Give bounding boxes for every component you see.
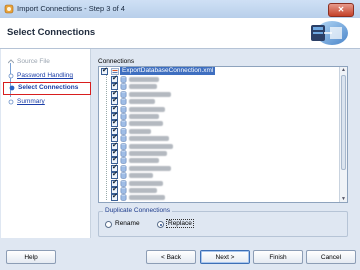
duplicate-connections-legend: Duplicate Connections <box>103 207 173 214</box>
connection-name-redacted <box>129 173 153 179</box>
database-icon <box>120 98 127 105</box>
database-icon <box>120 142 127 150</box>
database-icon <box>120 165 127 172</box>
window-title: Import Connections - Step 3 of 4 <box>17 4 125 13</box>
database-icon <box>120 128 127 135</box>
title-bar: Import Connections - Step 3 of 4 ✕ <box>0 0 360 19</box>
connection-name-redacted <box>129 106 165 112</box>
rename-label[interactable]: Rename <box>115 220 140 227</box>
step-summary[interactable]: Summary <box>1 97 90 109</box>
database-connection-logo-icon <box>311 21 348 45</box>
connection-name-redacted <box>129 136 169 142</box>
database-icon <box>120 187 127 194</box>
wizard-footer: Help < Back Next > Finish Cancel <box>0 246 360 270</box>
database-icon <box>120 150 127 157</box>
connection-name-redacted <box>129 99 155 105</box>
finish-button[interactable]: Finish <box>253 250 303 264</box>
connections-label: Connections <box>98 58 135 65</box>
database-icon <box>120 120 127 128</box>
wizard-steps-panel: Source File Password Handling Select Con… <box>1 49 91 238</box>
app-icon <box>4 4 14 14</box>
tree-root-label: ExportDatabaseConnection.xml <box>120 67 216 75</box>
back-button[interactable]: < Back <box>146 250 196 264</box>
step-label: Summary <box>17 98 45 105</box>
connection-name-redacted <box>129 91 171 97</box>
database-icon <box>120 135 127 142</box>
checkmark-icon: ✔ <box>112 193 118 201</box>
cancel-button[interactable]: Cancel <box>306 250 356 264</box>
step-current-icon <box>9 85 15 91</box>
step-dot-icon <box>8 99 14 105</box>
connection-name-redacted <box>129 165 171 171</box>
step-dot-icon <box>8 73 14 79</box>
tree-scrollbar[interactable]: ▲ ▼ <box>339 67 347 202</box>
step-label: Source File <box>17 58 50 65</box>
step-done-icon <box>8 59 14 64</box>
connection-name-redacted <box>129 84 157 90</box>
database-icon <box>120 113 127 120</box>
step-label: Select Connections <box>18 84 79 91</box>
scroll-up-icon[interactable]: ▲ <box>341 67 346 73</box>
tree-root-row[interactable]: ✔ ExportDatabaseConnection.xml <box>99 67 339 76</box>
connection-name-redacted <box>129 188 157 193</box>
connection-row[interactable]: ✔ <box>99 193 339 202</box>
connection-name-redacted <box>129 151 167 156</box>
connections-tree[interactable]: ✔ ExportDatabaseConnection.xml ✔ ✔ ✔ ✔ ✔ ✔ ✔ ✔ ✔… <box>98 66 348 203</box>
database-icon <box>120 76 127 83</box>
close-icon: ✕ <box>337 5 345 14</box>
step-select-connections[interactable]: Select Connections <box>3 82 91 95</box>
connection-name-redacted <box>129 114 159 119</box>
scroll-down-icon[interactable]: ▼ <box>341 196 346 202</box>
database-icon <box>120 172 127 179</box>
next-button[interactable]: Next > <box>200 250 250 264</box>
help-button[interactable]: Help <box>6 250 56 264</box>
connection-name-redacted <box>129 195 165 201</box>
replace-label[interactable]: Replace <box>166 219 194 228</box>
step-source-file[interactable]: Source File <box>1 57 90 69</box>
database-icon <box>120 83 127 91</box>
xml-file-icon <box>111 68 119 75</box>
root-checkbox[interactable]: ✔ <box>101 67 108 75</box>
connection-name-redacted <box>129 158 159 164</box>
connection-name-redacted <box>129 180 163 186</box>
replace-radio[interactable] <box>157 221 164 228</box>
wizard-header: Select Connections <box>0 18 360 49</box>
import-connections-dialog: Import Connections - Step 3 of 4 ✕ Selec… <box>0 0 360 270</box>
database-icon <box>120 157 127 165</box>
database-icon <box>120 91 127 98</box>
database-icon <box>120 105 127 113</box>
connection-name-redacted <box>129 77 159 82</box>
step-label: Password Handling <box>17 72 74 79</box>
rename-radio[interactable] <box>105 221 112 228</box>
scroll-thumb[interactable] <box>341 75 346 170</box>
database-icon <box>120 194 127 202</box>
wizard-content: Connections ✔ ExportDatabaseConnection.x… <box>92 49 358 238</box>
connection-name-redacted <box>129 121 163 127</box>
page-title: Select Connections <box>7 27 96 38</box>
checkmark-icon: ✔ <box>102 67 108 74</box>
database-icon <box>120 179 127 187</box>
connection-name-redacted <box>129 128 151 134</box>
close-button[interactable]: ✕ <box>328 3 354 17</box>
connection-name-redacted <box>129 143 173 149</box>
connection-checkbox[interactable]: ✔ <box>111 193 118 202</box>
duplicate-connections-group: Duplicate Connections Rename Replace <box>98 207 348 237</box>
